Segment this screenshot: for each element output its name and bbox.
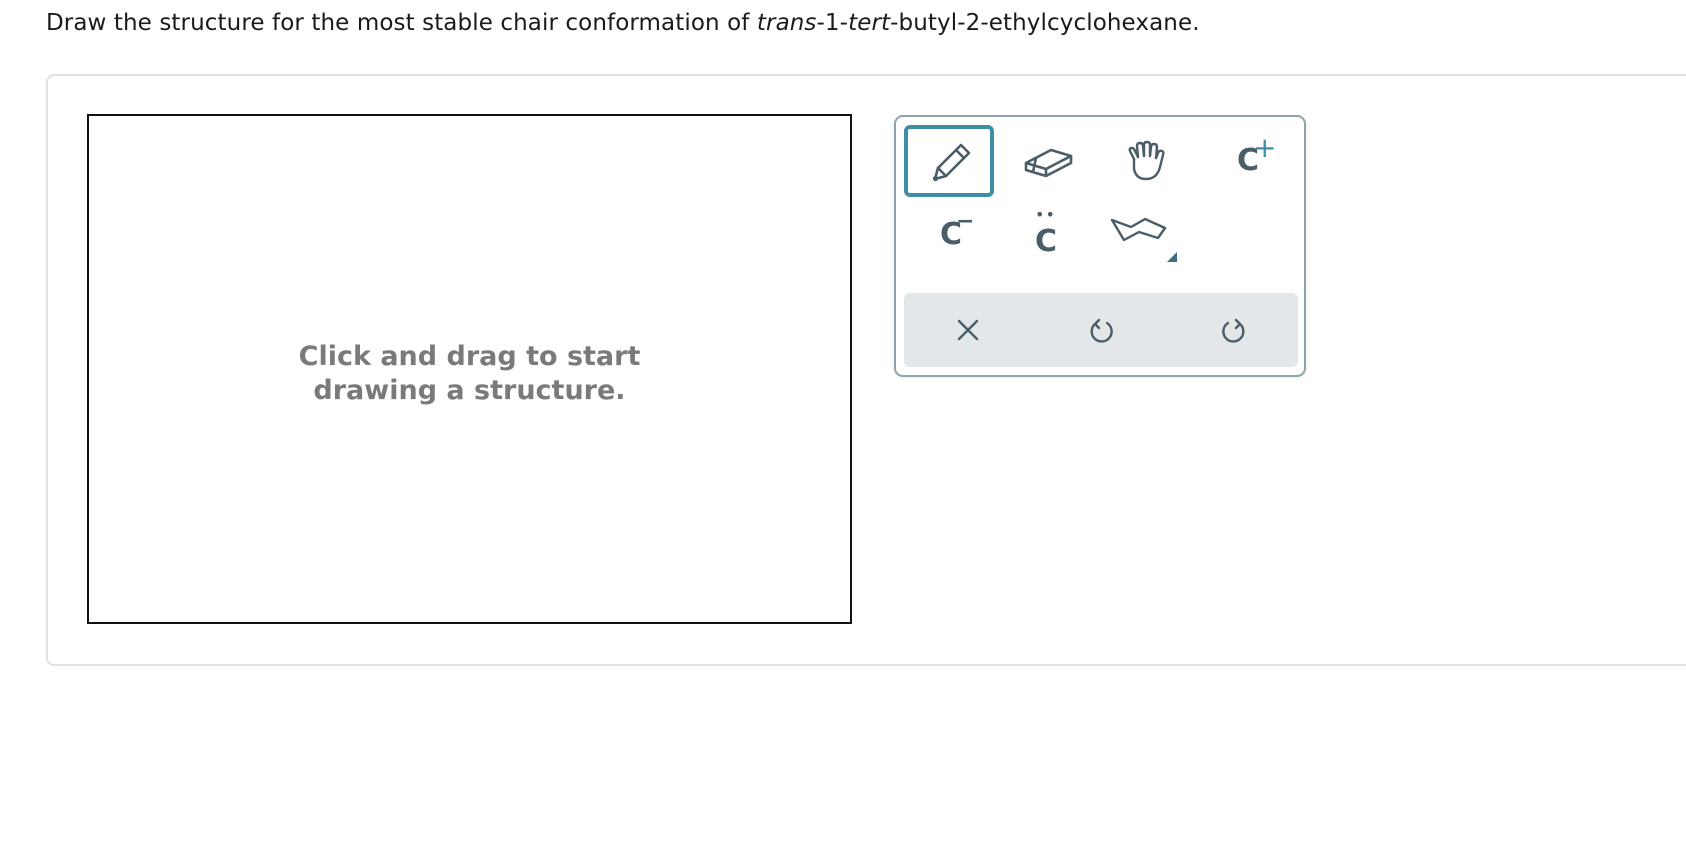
redo-button[interactable] bbox=[1194, 293, 1274, 367]
move-tool-button[interactable] bbox=[1101, 125, 1191, 197]
pencil-tool-button[interactable] bbox=[904, 125, 994, 197]
carbene-tool-button[interactable]: •• C bbox=[1001, 199, 1091, 271]
cyclohexane-chair-icon bbox=[1110, 217, 1177, 262]
redo-icon bbox=[1222, 318, 1245, 343]
minus-charge: − bbox=[956, 209, 975, 234]
canvas-hint-line1: Click and drag to start bbox=[298, 341, 641, 372]
actions-bar bbox=[904, 293, 1298, 367]
dropdown-triangle-icon bbox=[1167, 252, 1177, 262]
hand-icon bbox=[1128, 140, 1165, 181]
question-italic-tert: tert bbox=[848, 10, 891, 36]
question-middle: -1- bbox=[816, 10, 849, 36]
carbocation-tool-button[interactable]: C + bbox=[1203, 125, 1293, 197]
chair-template-button[interactable] bbox=[1096, 199, 1186, 271]
undo-icon bbox=[1090, 318, 1113, 343]
x-icon bbox=[957, 319, 979, 341]
canvas-hint-line2: drawing a structure. bbox=[313, 375, 626, 406]
canvas-hint: Click and drag to start drawing a struct… bbox=[89, 340, 850, 408]
eraser-tool-button[interactable] bbox=[1003, 125, 1093, 197]
carbene-label: C bbox=[1034, 224, 1058, 259]
question-text: Draw the structure for the most stable c… bbox=[46, 10, 1200, 36]
lone-pair-dots: •• bbox=[1035, 205, 1056, 224]
pencil-icon bbox=[932, 143, 971, 182]
question-suffix: -butyl-2-ethylcyclohexane. bbox=[890, 10, 1200, 36]
carbanion-tool-button[interactable]: C − bbox=[906, 199, 996, 271]
plus-charge: + bbox=[1253, 131, 1277, 164]
clear-button[interactable] bbox=[928, 293, 1008, 367]
eraser-icon bbox=[1024, 148, 1073, 178]
question-italic-trans: trans bbox=[756, 10, 817, 36]
question-prefix: Draw the structure for the most stable c… bbox=[46, 10, 757, 36]
drawing-canvas[interactable]: Click and drag to start drawing a struct… bbox=[87, 114, 852, 624]
undo-button[interactable] bbox=[1061, 293, 1141, 367]
drawing-toolbar: C + C − •• C bbox=[894, 115, 1306, 377]
